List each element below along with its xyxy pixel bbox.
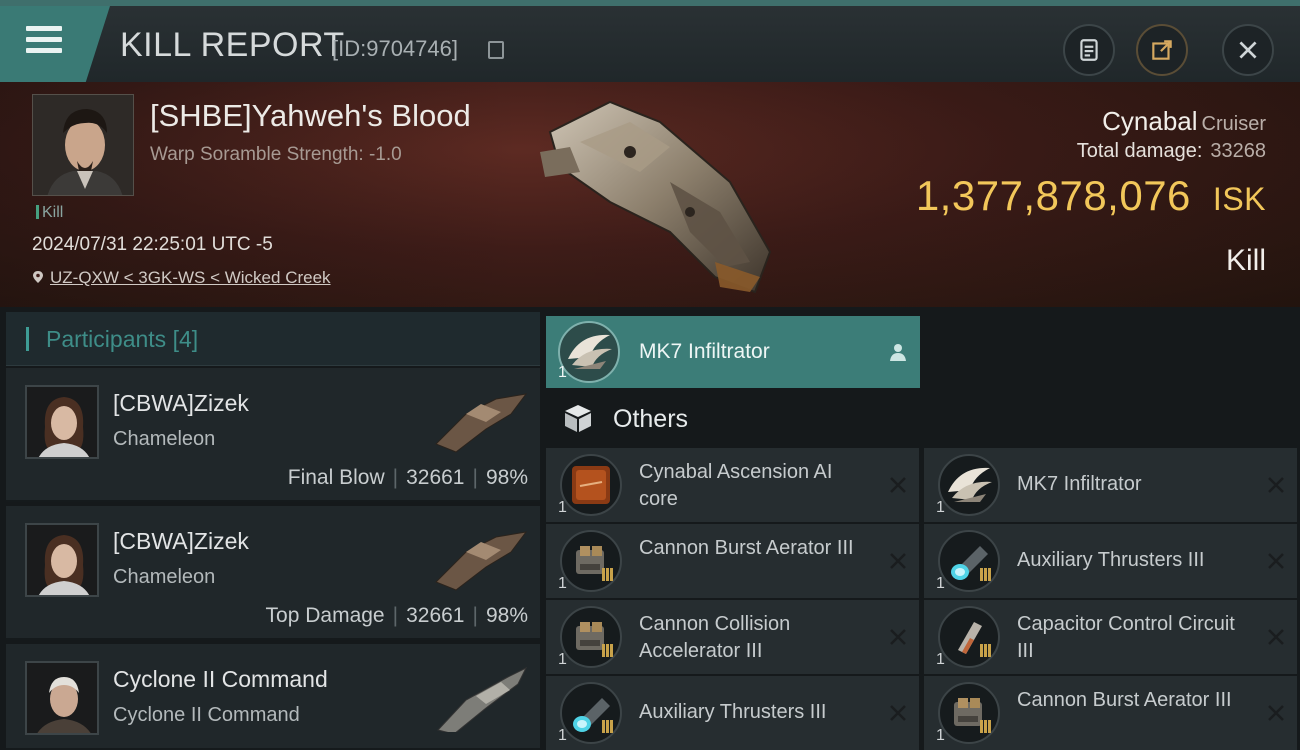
item-name: MK7 Infiltrator (639, 340, 770, 363)
item-quantity: 1 (936, 575, 945, 592)
participant-stats: Top Damage | 32661 | 98% (265, 604, 528, 627)
destroyed-x-icon (1268, 553, 1284, 569)
tier-badge-icon (980, 720, 994, 734)
participants-header: Participants [4] (6, 312, 540, 366)
list-item[interactable]: 1 Cynabal Ascension AI core (546, 448, 919, 522)
tier-badge-icon (980, 644, 994, 658)
page-title: KILL REPORT (120, 26, 345, 64)
destroyed-x-icon (890, 629, 906, 645)
tier-badge-icon (602, 568, 616, 582)
share-button[interactable] (1136, 24, 1188, 76)
tier-badge-icon (602, 720, 616, 734)
thruster-icon (938, 530, 1000, 592)
drone-icon (938, 454, 1000, 516)
victim-banner: [SHBE]Yahweh's Blood Warp Soramble Stren… (0, 82, 1300, 307)
participant-name[interactable]: [CBWA]Zizek (113, 528, 249, 555)
item-name: Auxiliary Thrusters III (1017, 549, 1205, 571)
item-quantity: 1 (936, 727, 945, 744)
result-label: Kill (1225, 244, 1266, 277)
participant-ship: Cyclone II Command (113, 704, 300, 726)
participant-avatar (25, 385, 99, 459)
item-quantity: 1 (558, 651, 567, 668)
person-icon[interactable] (888, 342, 908, 362)
destroyed-x-icon (890, 553, 906, 569)
copy-icon[interactable] (488, 41, 504, 59)
clipboard-icon (1080, 39, 1098, 61)
ai-core-icon (560, 454, 622, 516)
item-name: MK7 Infiltrator (1017, 473, 1142, 495)
report-button[interactable] (1063, 24, 1115, 76)
item-quantity: 1 (936, 651, 945, 668)
victim-ship-name[interactable]: Cynabal Cruiser (1102, 106, 1266, 137)
item-name: Auxiliary Thrusters III (639, 701, 827, 723)
victim-portrait[interactable] (32, 94, 134, 196)
others-title: Others (613, 405, 689, 433)
item-quantity: 1 (558, 575, 567, 592)
list-item[interactable]: 1 Cannon Burst Aerator III (924, 676, 1297, 750)
module-icon (938, 682, 1000, 744)
title-bar: KILL REPORT [ID:9704746] (0, 0, 1300, 82)
drone-icon (558, 321, 620, 383)
participant-avatar (25, 523, 99, 597)
participant-name[interactable]: Cyclone II Command (113, 666, 328, 693)
others-header: Others (546, 392, 1300, 446)
participant-row[interactable]: [CBWA]Zizek Chameleon Final Blow | 32661 | 9… (6, 368, 540, 502)
tier-badge-icon (602, 644, 616, 658)
thruster-icon (560, 682, 622, 744)
participants-title: Participants (46, 326, 167, 352)
close-icon (1239, 41, 1257, 59)
item-name: Cynabal Ascension AI core (639, 461, 833, 510)
highlighted-item[interactable]: 1 MK7 Infiltrator (546, 316, 920, 388)
participant-ship-image (435, 393, 528, 453)
kill-tag: Kill (36, 204, 63, 222)
list-item[interactable]: 1 MK7 Infiltrator (924, 448, 1297, 522)
warp-scramble-strength: Warp Soramble Strength: -1.0 (150, 144, 402, 165)
tier-badge-icon (980, 568, 994, 582)
item-name: Cannon Burst Aerator III (639, 537, 854, 559)
item-name: Cannon Collision Accelerator III (639, 613, 791, 662)
item-quantity: 1 (558, 499, 567, 516)
victim-ship-image (540, 100, 772, 294)
participant-stats: Final Blow | 32661 | 98% (287, 466, 528, 489)
destroyed-x-icon (890, 705, 906, 721)
isk-value: 1,377,878,076 ISK (915, 172, 1266, 219)
list-item[interactable]: 1 Cannon Burst Aerator III (546, 524, 919, 598)
close-button[interactable] (1222, 24, 1274, 76)
victim-pilot-name[interactable]: [SHBE]Yahweh's Blood (150, 98, 471, 134)
list-item[interactable]: 1 Cannon Collision Accelerator III (546, 600, 919, 674)
participant-ship: Chameleon (113, 428, 216, 450)
participants-count: [4] (172, 326, 199, 352)
list-item[interactable]: 1 Capacitor Control Circuit III (924, 600, 1297, 674)
participant-row[interactable]: [CBWA]Zizek Chameleon Top Damage | 32661 | 9… (6, 506, 540, 640)
capacitor-icon (938, 606, 1000, 668)
list-item[interactable]: 1 Auxiliary Thrusters III (924, 524, 1297, 598)
module-icon (560, 606, 622, 668)
destroyed-x-icon (1268, 477, 1284, 493)
item-name: Cannon Burst Aerator III (1017, 689, 1232, 711)
report-id: [ID:9704746] (332, 36, 458, 61)
participant-ship-image (435, 531, 528, 591)
total-damage: Total damage: 33268 (1076, 140, 1266, 162)
item-quantity: 1 (936, 499, 945, 516)
item-quantity: 1 (558, 364, 567, 381)
menu-button[interactable] (0, 6, 110, 82)
kill-datetime: 2024/07/31 22:25:01 UTC -5 (32, 234, 273, 255)
destroyed-x-icon (1268, 629, 1284, 645)
destroyed-x-icon (1268, 705, 1284, 721)
participant-name[interactable]: [CBWA]Zizek (113, 390, 249, 417)
item-name: Capacitor Control Circuit III (1017, 613, 1235, 662)
destroyed-x-icon (890, 477, 906, 493)
hamburger-menu-icon[interactable] (26, 26, 62, 56)
item-quantity: 1 (558, 727, 567, 744)
participant-avatar (25, 661, 99, 735)
participant-row[interactable]: Cyclone II Command Cyclone II Command (6, 644, 540, 750)
kill-location[interactable]: UZ-QXW < 3GK-WS < Wicked Creek (32, 268, 331, 288)
participant-ship: Chameleon (113, 566, 216, 588)
list-item[interactable]: 1 Auxiliary Thrusters III (546, 676, 919, 750)
cube-icon (565, 405, 591, 432)
participant-ship-image (437, 666, 528, 732)
external-share-icon (1152, 40, 1172, 60)
module-icon (560, 530, 622, 592)
location-pin-icon (33, 271, 43, 283)
